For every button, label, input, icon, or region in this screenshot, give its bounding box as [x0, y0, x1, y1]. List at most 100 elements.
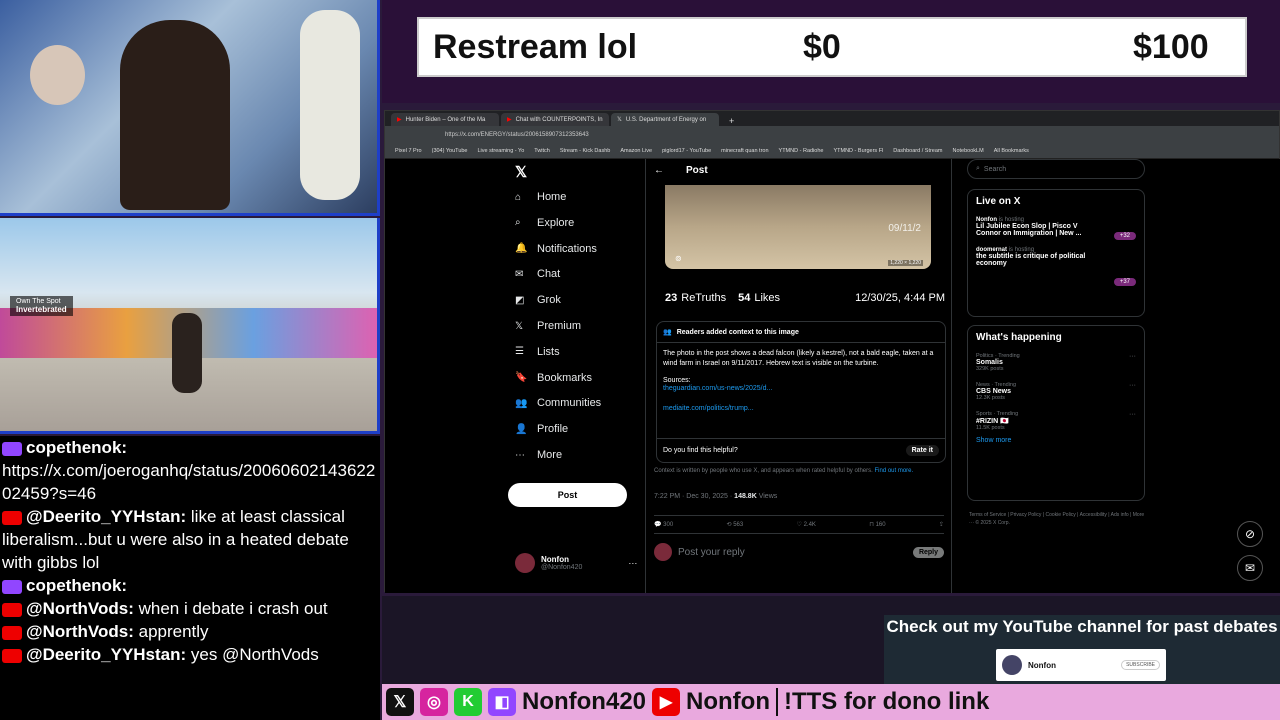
- bookmark-item[interactable]: NotebookLM: [953, 148, 984, 154]
- community-note: 👥 Readers added context to this image Th…: [656, 321, 946, 463]
- bookmark-item[interactable]: YTMND - Burgers Fl: [833, 148, 883, 154]
- bookmark-item[interactable]: All Bookmarks: [994, 148, 1029, 154]
- channel-avatar: [1002, 655, 1022, 675]
- reply-icon: 💬: [654, 522, 662, 528]
- repost-action[interactable]: ⟲ 563: [726, 521, 743, 528]
- view-count: 148.8K: [734, 493, 757, 500]
- quest-label: Own The Spot: [16, 298, 61, 305]
- bookmark-action[interactable]: ⊓ 160: [869, 521, 885, 528]
- home-icon: ⌂: [515, 191, 522, 203]
- chat-text: apprently: [138, 622, 209, 641]
- share-icon[interactable]: ⇪: [939, 521, 944, 528]
- trend-list: Politics · Trending Somalis 329K posts ··· N…: [976, 353, 1136, 431]
- reply-action[interactable]: 💬 300: [654, 521, 673, 528]
- address-bar[interactable]: https://x.com/ENERGY/status/200615890731…: [385, 126, 1279, 144]
- image-grok-icon[interactable]: ⊚: [675, 254, 682, 263]
- nav-label: Chat: [537, 268, 561, 281]
- post-button[interactable]: Post: [508, 483, 627, 507]
- nav-home[interactable]: ⌂ Home: [515, 191, 566, 203]
- x-logo-icon[interactable]: 𝕏: [515, 163, 527, 181]
- chat-text: when i debate i crash out: [138, 599, 328, 618]
- find-out-more-link[interactable]: Find out more.: [874, 468, 913, 474]
- show-more-link[interactable]: Show more: [976, 437, 1136, 444]
- source-link-guardian[interactable]: theguardian.com/us-news/2025/d...: [657, 384, 945, 393]
- bookmark-item[interactable]: Stream - Kick Dashb: [560, 148, 610, 154]
- rate-it-button[interactable]: Rate it: [905, 445, 939, 456]
- bookmark-item[interactable]: Dashboard / Stream: [893, 148, 942, 154]
- nav-label: Notifications: [537, 242, 597, 255]
- subscribe-button[interactable]: SUBSCRIBE: [1121, 660, 1160, 670]
- bookmark-item[interactable]: Live streaming - Yo: [478, 148, 525, 154]
- grok-icon: ◩: [515, 294, 525, 306]
- profile-handle: @Nonfon420: [541, 564, 583, 571]
- trend-name: #RIZIN 🇯🇵: [976, 418, 1009, 425]
- bookmark-item[interactable]: Amazon Live: [620, 148, 652, 154]
- nav-label: Bookmarks: [537, 371, 593, 384]
- bookmark-item[interactable]: Twitch: [534, 148, 550, 154]
- grok-icon[interactable]: ⊘: [1237, 521, 1263, 547]
- likes-count: 54: [738, 292, 751, 304]
- messages-icon[interactable]: ✉: [1237, 555, 1263, 581]
- nav-label: Premium: [537, 320, 582, 332]
- live-on-x-card: Live on X Nonfon is hosting Lil Jubilee …: [967, 189, 1145, 317]
- reply-input[interactable]: Post your reply: [678, 547, 745, 558]
- chat-message: @NorthVods: when i debate i crash out: [2, 597, 378, 620]
- new-tab-icon[interactable]: +: [729, 116, 734, 126]
- nav-lists[interactable]: ☰ Lists: [515, 346, 560, 358]
- more-dots-icon[interactable]: ···: [628, 558, 637, 568]
- nav-chat[interactable]: ✉ Chat: [515, 268, 560, 280]
- chat-message: @NorthVods: apprently: [2, 620, 378, 643]
- more-dots-icon[interactable]: ···: [1129, 382, 1136, 389]
- live-item[interactable]: doomernat is hosting the subtitle is cri…: [976, 247, 1136, 286]
- nav-explore[interactable]: ⌕ Explore: [515, 217, 574, 229]
- youtube-icon: [2, 625, 22, 640]
- youtube-icon: [2, 648, 22, 663]
- tab-hunter-biden[interactable]: ▶ Hunter Biden – One of the Ma: [391, 113, 499, 126]
- back-arrow-icon[interactable]: ←: [654, 165, 664, 176]
- nav-label: Home: [537, 191, 567, 203]
- chat-username: @Deerito_YYHstan:: [26, 645, 187, 664]
- nav-more[interactable]: ⋯ More: [515, 449, 562, 461]
- bookmark-item[interactable]: (304) YouTube: [432, 148, 468, 154]
- bookmark-item[interactable]: Pixel 7 Pro: [395, 148, 422, 154]
- nav-premium[interactable]: 𝕏 Premium: [515, 320, 581, 332]
- trend-item[interactable]: News · Trending CBS News 12.3K posts ···: [976, 382, 1136, 401]
- premium-icon: 𝕏: [515, 320, 524, 332]
- post-date: 12/30/25, 4:44 PM: [855, 292, 945, 304]
- search-input[interactable]: ⌕ Search: [967, 159, 1145, 179]
- trend-item[interactable]: Politics · Trending Somalis 329K posts ···: [976, 353, 1136, 372]
- quest-name: Invertebrated: [16, 305, 67, 314]
- chat-text: yes @NorthVods: [190, 645, 319, 664]
- kick-icon: K: [454, 688, 482, 716]
- nav-communities[interactable]: 👥 Communities: [515, 397, 601, 409]
- twitch-icon: [2, 579, 22, 594]
- tab-counterpoints[interactable]: ▶ Chat with COUNTERPOINTS, In: [501, 113, 609, 126]
- more-dots-icon[interactable]: ···: [1129, 411, 1136, 418]
- youtube-icon: ▶: [652, 688, 681, 716]
- lists-icon: ☰: [515, 346, 524, 358]
- trend-posts: 12.3K posts: [976, 395, 1006, 401]
- source-link-mediaite[interactable]: mediaite.com/politics/trump...: [657, 393, 945, 412]
- nav-notifications[interactable]: 🔔 Notifications: [515, 243, 597, 255]
- donation-goal-ticker: Restream lol $0 $100: [417, 17, 1247, 77]
- tab-energy[interactable]: 𝕏 U.S. Department of Energy on: [611, 113, 719, 126]
- more-dots-icon[interactable]: ···: [1129, 353, 1136, 360]
- account-switcher[interactable]: Nonfon @Nonfon420 ···: [515, 553, 637, 573]
- nav-label: Communities: [537, 397, 602, 410]
- x-footer-links[interactable]: Terms of Service | Privacy Policy | Cook…: [969, 511, 1145, 527]
- chat-username: copethenok:: [26, 438, 128, 457]
- search-placeholder: Search: [983, 165, 1007, 173]
- url-text: https://x.com/ENERGY/status/200615890731…: [445, 132, 589, 138]
- trend-item[interactable]: Sports · Trending #RIZIN 🇯🇵 11.5K posts ···: [976, 411, 1136, 431]
- post-image[interactable]: 09/11/2 1,220 × 1,220 ⊚: [665, 185, 931, 269]
- reply-button[interactable]: Reply: [912, 546, 944, 558]
- nav-bookmarks[interactable]: 🔖 Bookmarks: [515, 372, 592, 384]
- bookmark-item[interactable]: YTMND - Radiohe: [779, 148, 824, 154]
- bookmark-item[interactable]: piglord17 - YouTube: [662, 148, 711, 154]
- nav-grok[interactable]: ◩ Grok: [515, 294, 561, 306]
- live-item[interactable]: Nonfon is hosting Lil Jubilee Econ Slop …: [976, 217, 1136, 240]
- nav-profile[interactable]: 👤 Profile: [515, 423, 568, 435]
- image-date-stamp: 09/11/2: [888, 223, 921, 234]
- like-action[interactable]: ♡ 2.4K: [797, 521, 816, 528]
- bookmark-item[interactable]: minecraft quan tron: [721, 148, 768, 154]
